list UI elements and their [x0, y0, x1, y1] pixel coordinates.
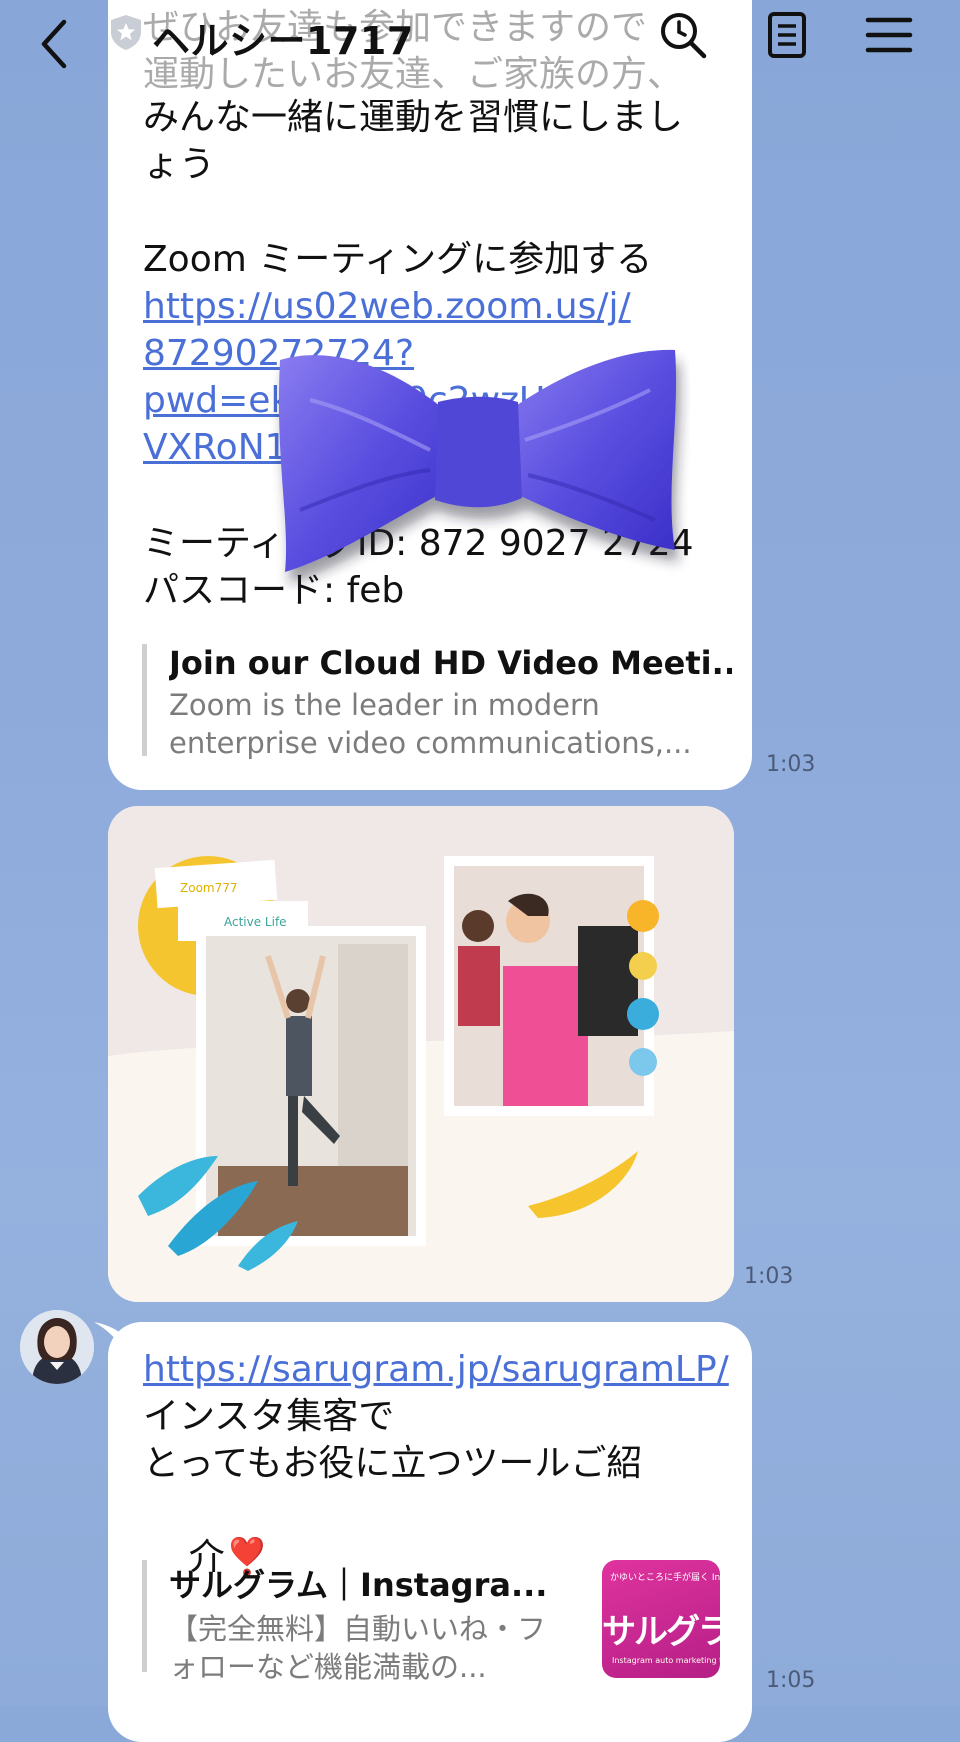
- link-preview-title: サルグラム｜Instagra...: [169, 1566, 548, 1604]
- collage-label-1: Zoom777: [180, 881, 238, 895]
- image-message[interactable]: Zoom777 Active Life: [108, 806, 734, 1302]
- notes-icon: [768, 12, 806, 58]
- hamburger-menu-icon: [865, 17, 913, 53]
- menu-button[interactable]: [862, 8, 916, 62]
- thumbnail-bottom-text: Instagram auto marketing tool: [612, 1656, 720, 1665]
- link-preview-description: 【完全無料】自動いいね・フ ォローなど機能満載の...: [169, 1612, 547, 1684]
- message-timestamp: 1:03: [766, 752, 816, 777]
- message-text-line: インスタ集客で: [143, 1396, 395, 1437]
- link-preview-sarugram[interactable]: サルグラム｜Instagra... 【完全無料】自動いいね・フ ォローなど機能満…: [142, 1560, 572, 1684]
- shield-icon: [106, 12, 146, 52]
- thumbnail-top-text: かゆいところに手が届く Instagram 自動集客ツールの決定版: [610, 1573, 720, 1583]
- link-preview-title: Join our Cloud HD Video Meeti...: [169, 644, 732, 682]
- link-preview-thumbnail[interactable]: かゆいところに手が届く Instagram 自動集客ツールの決定版 サルグラム …: [602, 1560, 720, 1678]
- fitness-collage-image: Zoom777 Active Life: [108, 806, 734, 1302]
- message-intro-text: みんな一緒に運動を習慣にしましょう: [143, 97, 684, 185]
- message-timestamp: 1:03: [744, 1264, 794, 1289]
- bow-sticker: [270, 340, 690, 590]
- chevron-left-icon: [41, 19, 67, 69]
- sarugram-link[interactable]: https://sarugram.jp/sarugramLP/: [143, 1346, 743, 1393]
- search-button[interactable]: [656, 8, 710, 62]
- back-button[interactable]: [30, 14, 80, 70]
- message-bubble-sarugram[interactable]: https://sarugram.jp/sarugramLP/ インスタ集客で …: [94, 1322, 752, 1742]
- thumbnail-brand-text: サルグラム: [602, 1612, 720, 1652]
- zoom-link-line: https://us02web.zoom.us/j/: [143, 286, 631, 327]
- search-icon: [661, 13, 707, 59]
- zoom-join-label: Zoom ミーティングに参加する: [143, 239, 653, 280]
- message-text-line: とってもお役に立つツールご紹: [143, 1443, 643, 1484]
- avatar[interactable]: [20, 1310, 94, 1384]
- link-preview-description: Zoom is the leader in modern enterprise …: [169, 688, 692, 760]
- chat-title[interactable]: ヘルシー1717: [152, 10, 414, 65]
- link-preview-zoom[interactable]: Join our Cloud HD Video Meeti... Zoom is…: [142, 644, 732, 760]
- chat-header: ヘルシー1717: [0, 0, 960, 86]
- notes-button[interactable]: [760, 8, 814, 62]
- message-timestamp: 1:05: [766, 1668, 816, 1693]
- bubble-tail: [94, 1322, 124, 1352]
